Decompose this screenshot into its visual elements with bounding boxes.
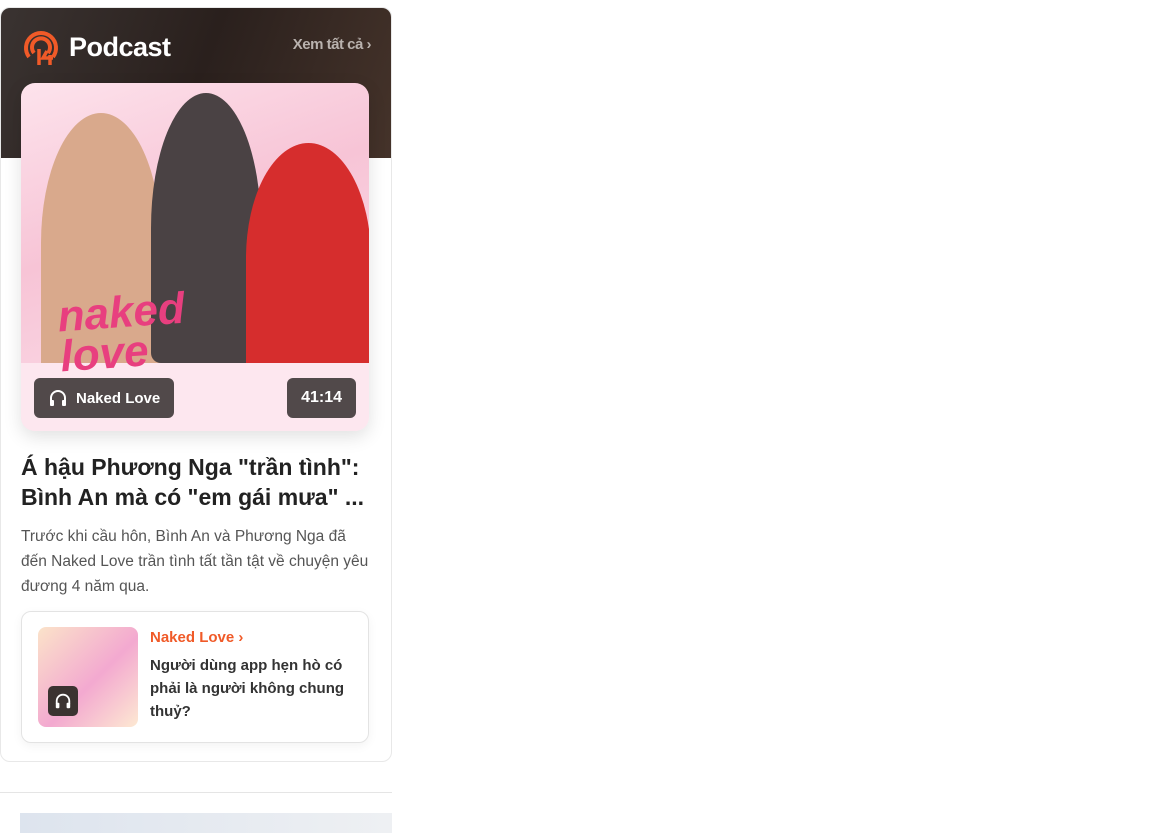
see-all-link[interactable]: Xem tất cả › <box>292 36 372 53</box>
featured-cover[interactable]: naked love Naked Love 41:14 <box>21 83 369 431</box>
cover-brand-logo: naked love <box>56 283 187 382</box>
see-all-label: Xem tất cả <box>292 36 364 53</box>
chevron-right-icon: › <box>238 629 244 646</box>
duration-badge: 41:14 <box>287 378 356 418</box>
podcast-title: Podcast <box>69 31 171 62</box>
related-thumbnail <box>38 627 138 727</box>
related-show-label: Naked Love <box>150 629 235 646</box>
podcast-logo[interactable]: Podcast <box>21 27 171 67</box>
related-episode-card[interactable]: Naked Love › Người dùng app hẹn hò có ph… <box>21 611 369 743</box>
podcast-widget: Podcast Xem tất cả › naked love Naked Lov… <box>0 7 392 762</box>
show-badge[interactable]: Naked Love <box>34 378 175 418</box>
show-badge-label: Naked Love <box>76 389 161 407</box>
featured-description: Trước khi cầu hôn, Bình An và Phương Nga… <box>21 528 369 595</box>
podcast-logo-icon <box>24 31 58 65</box>
divider <box>0 792 392 793</box>
cover-person <box>246 143 369 373</box>
related-episode-title[interactable]: Người dùng app hẹn hò có phải là người k… <box>150 654 355 723</box>
chevron-right-icon: › <box>366 36 372 53</box>
headphones-icon <box>48 686 78 716</box>
ad-banner[interactable] <box>20 813 392 833</box>
featured-title[interactable]: Á hậu Phương Nga "trần tình": Bình An mà… <box>21 452 371 512</box>
headphones-icon <box>50 390 66 406</box>
related-show-link[interactable]: Naked Love › <box>150 629 243 646</box>
